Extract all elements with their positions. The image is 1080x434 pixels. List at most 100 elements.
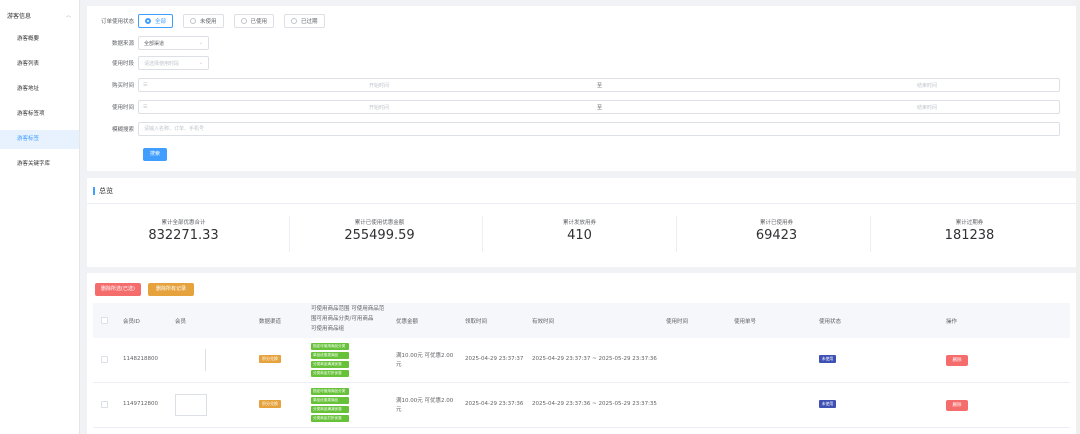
stat-label: 累计全部优惠合计 [161,220,206,226]
period-filter-row: 使用时段 请选择使用时段 ⌄ [87,56,209,70]
use-time-range[interactable]: ☰ 开始时间 至 结束时间 [138,100,1060,114]
stat-used-coupons: 累计已使用券 69423 [680,218,873,243]
row-checkbox[interactable] [101,356,108,363]
table-row: 1148218800 积分兑换 指定可使用商品分类 单品优惠类商品 分类商品满减… [93,338,1070,383]
search-button[interactable]: 搜索 [143,148,167,161]
page-scrollbar[interactable] [1076,0,1080,434]
delete-button[interactable]: 删除 [946,400,968,411]
purchase-start-placeholder: 开始时间 [369,83,390,89]
purchase-end-placeholder: 结束时间 [917,83,938,89]
radio-icon [240,18,247,24]
status-filter-row: 订单使用状态 全部 未使用 已使用 已过期 [87,14,335,28]
sidebar-item-tag-items[interactable]: 游客标签项 [0,105,79,124]
sidebar-item-address[interactable]: 游客地址 [0,80,79,99]
header-scope-line1: 可使用商品范围 可使用商品范 [311,306,385,312]
status-option-expired[interactable]: 已过期 [284,14,325,28]
sidebar-group-label: 游客信息 [7,12,32,20]
radio-icon [190,18,197,24]
chevron-down-icon: ⌄ [198,40,203,46]
cell-amount: 满10.00元 可优惠2.00元 [396,398,454,413]
source-filter-row: 数据来源 全部渠道 ⌄ [87,36,209,50]
cell-receive-time: 2025-04-29 23:37:36 [465,401,524,407]
channel-tag: 积分兑换 [259,355,281,363]
channel-tag: 积分兑换 [259,400,281,408]
purchase-time-range[interactable]: ☰ 开始时间 至 结束时间 [138,78,1060,92]
title-accent-bar [93,187,95,195]
scope-tag: 单品优惠类商品 [311,352,349,359]
stat-total-discount: 累计全部优惠合计 832271.33 [87,218,280,243]
stat-value: 69423 [755,228,798,243]
header-valid-period: 有效时间 [532,319,555,325]
purchase-range-separator: 至 [597,83,603,89]
calendar-icon: ☰ [143,82,148,88]
use-time-row: 使用时间 ☰ 开始时间 至 结束时间 [87,100,1060,114]
member-avatar-placeholder [205,349,206,371]
status-option-all[interactable]: 全部 [138,14,174,28]
delete-button[interactable]: 删除 [946,355,968,366]
source-select[interactable]: 全部渠道 ⌄ [138,36,209,50]
source-select-value: 全部渠道 [144,40,165,47]
header-amount: 优惠金额 [396,319,419,325]
keyword-search-input[interactable]: 请输入名称、订单、手机号 [138,122,1060,136]
period-select[interactable]: 请选择使用时段 ⌄ [138,56,209,70]
radio-icon [291,18,298,24]
status-tag: 未使用 [819,355,836,363]
select-all-checkbox[interactable] [101,317,108,324]
scope-tag: 指定可使用商品分类 [311,343,349,350]
status-tag: 未使用 [819,400,836,408]
stat-issued-coupons: 累计发放用券 410 [483,218,676,243]
stat-label: 累计发放用券 [562,220,596,226]
status-option-unused[interactable]: 未使用 [183,14,224,28]
stat-used-discount: 累计已使用优惠金额 255499.59 [283,218,476,243]
status-option-used[interactable]: 已使用 [233,14,275,28]
status-option-label: 已过期 [301,19,318,25]
stat-divider [676,216,677,252]
sidebar: 游客信息 ︿ 游客概要 游客列表 游客地址 游客标签项 游客标签 游客关键字库 [0,0,80,434]
cell-id: 1148218800 [123,356,158,362]
sidebar-group-visitor-info[interactable]: 游客信息 ︿ [0,0,79,30]
use-range-separator: 至 [597,105,603,111]
sidebar-item-keywords[interactable]: 游客关键字库 [0,155,79,174]
sidebar-item-tags[interactable]: 游客标签 [0,130,79,149]
keyword-row: 模糊搜索 请输入名称、订单、手机号 [87,122,1060,136]
stat-value: 410 [567,228,592,243]
row-checkbox[interactable] [101,401,108,408]
scope-tag: 分类商品打折优惠 [311,370,349,377]
delete-selected-button[interactable]: 删除所选(已选) [95,283,141,296]
header-id: 会员ID [123,319,140,325]
sidebar-item-overview[interactable]: 游客概要 [0,30,79,49]
calendar-icon: ☰ [143,104,148,110]
status-option-label: 已使用 [250,19,268,25]
status-option-label: 未使用 [200,19,217,25]
header-channel: 数据渠道 [259,319,282,325]
header-scope-line2: 围可用商品分类/可用商品 [311,316,374,322]
cell-valid-period: 2025-04-29 23:37:36 ~ 2025-05-29 23:37:3… [532,401,657,407]
scope-tag: 分类商品打折优惠 [311,415,349,422]
header-status: 使用状态 [819,319,842,325]
chevron-down-icon: ⌄ [198,60,203,66]
status-option-label: 全部 [155,19,167,25]
use-time-label: 使用时间 [111,105,134,111]
scope-tag: 分类商品满减优惠 [311,406,349,413]
stat-value: 181238 [944,228,995,243]
cell-receive-time: 2025-04-29 23:37:37 [465,356,524,362]
period-filter-label: 使用时段 [111,61,134,67]
cell-valid-period: 2025-04-29 23:37:37 ~ 2025-05-29 23:37:3… [532,356,657,362]
header-action: 操作 [946,319,958,325]
sidebar-item-list[interactable]: 游客列表 [0,55,79,74]
delete-all-button[interactable]: 删除所有记录 [148,283,194,296]
use-start-placeholder: 开始时间 [369,105,390,111]
purchase-time-label: 购买时间 [111,83,134,89]
header-member: 会员 [175,319,187,325]
header-receive-time: 领取时间 [465,319,488,325]
status-filter-label: 订单使用状态 [100,19,134,25]
period-select-placeholder: 请选择使用时段 [144,60,180,67]
purchase-time-row: 购买时间 ☰ 开始时间 至 结束时间 [87,78,1060,92]
scope-tag: 单品优惠类商品 [311,397,349,404]
divider [87,203,1076,204]
coupon-table-panel: 删除所选(已选) 删除所有记录 会员ID 会员 数据渠道 可使用商品范围 可使用… [87,273,1076,434]
member-avatar-placeholder [175,394,207,416]
cell-amount: 满10.00元 可优惠2.00元 [396,353,454,368]
cell-id: 1149712800 [123,401,158,407]
stat-value: 255499.59 [344,228,415,243]
